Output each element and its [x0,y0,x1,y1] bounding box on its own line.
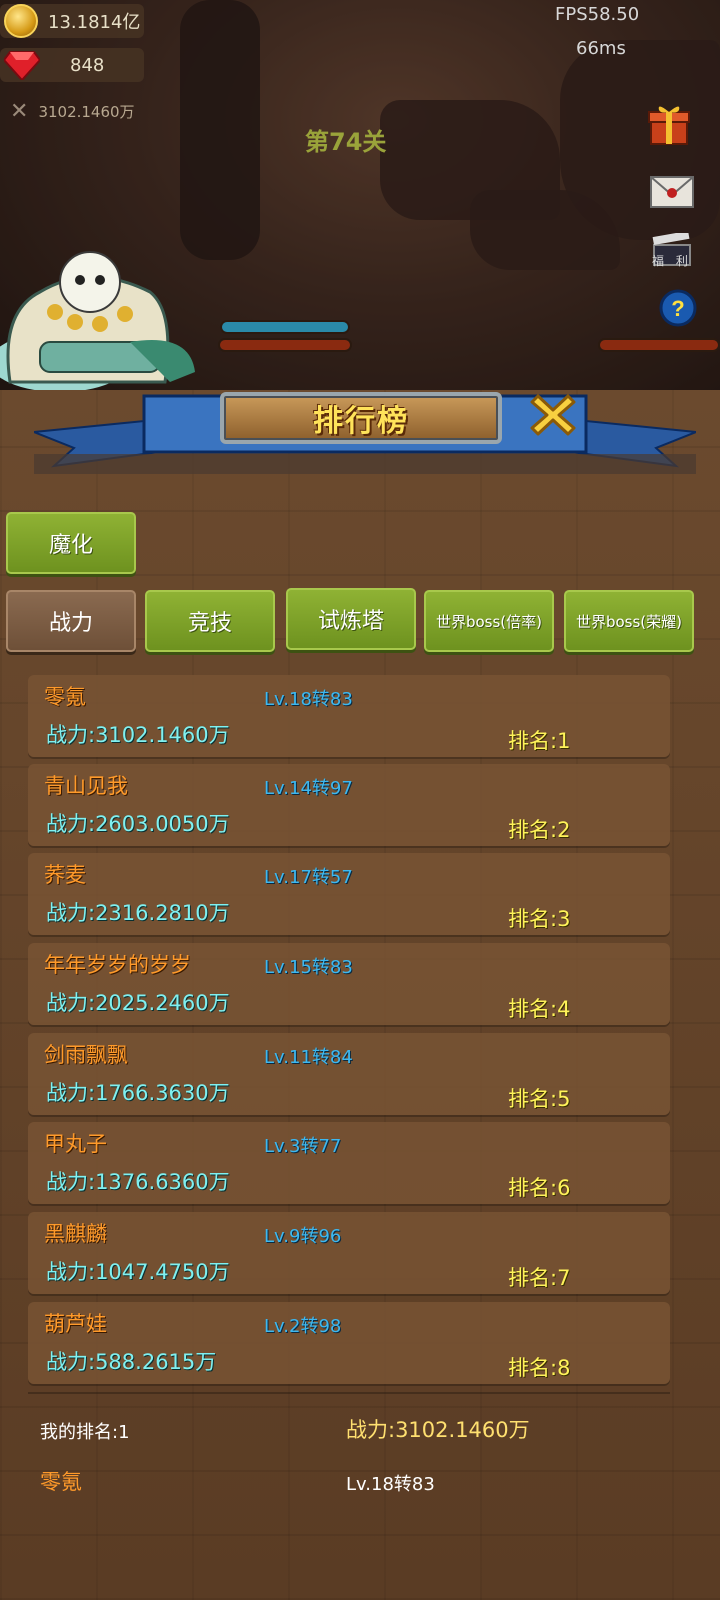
tab-trial-tower-label: 试炼塔 [317,609,384,634]
divider [28,1392,670,1394]
ranking-row[interactable]: 青山见我 Lv.14转97 战力:2603.0050万 排名:2 [28,764,670,846]
player-rank: 排名:4 [508,997,571,1021]
fps-readout: FPS58.50 [555,4,640,25]
ranking-row[interactable]: 甲丸子 Lv.3转77 战力:1376.6360万 排名:6 [28,1122,670,1204]
tab-world-boss-multiplier-label: 世界boss(倍率) [435,612,543,631]
help-icon[interactable]: ? [654,284,702,332]
combat-power-counter: ✕ 3102.1460万 [10,96,135,126]
gold-value: 13.1814亿 [48,12,141,33]
stage-label: 第74关 [305,128,387,156]
player-level: Lv.11转84 [264,1047,353,1068]
gem-value: 848 [70,54,105,76]
ranking-row[interactable]: 黑麒麟 Lv.9转96 战力:1047.4750万 排名:7 [28,1212,670,1294]
player-level: Lv.3转77 [264,1136,342,1157]
player-name: 零氪 [44,685,86,709]
my-power: 战力:3102.1460万 [346,1418,530,1442]
ranking-row[interactable]: 年年岁岁的岁岁 Lv.15转83 战力:2025.2460万 排名:4 [28,943,670,1025]
tab-demonize[interactable]: 魔化 [6,512,136,574]
latency-readout: 66ms [576,38,626,59]
player-name: 年年岁岁的岁岁 [44,953,191,977]
gem-icon [4,51,40,80]
close-button[interactable] [528,390,578,440]
tab-arena[interactable]: 竞技 [145,590,275,652]
player-rank: 排名:6 [508,1176,571,1200]
player-rank: 排名:7 [508,1266,571,1290]
player-name: 青山见我 [44,774,128,798]
player-power: 战力:1047.4750万 [46,1260,230,1284]
tab-trial-tower[interactable]: 试炼塔 [286,588,416,650]
player-level: Lv.15转83 [264,957,353,978]
tab-arena-label: 竞技 [187,611,232,636]
mail-icon[interactable] [648,168,696,216]
combat-power-value: 3102.1460万 [38,102,135,121]
ranking-row[interactable]: 零氪 Lv.18转83 战力:3102.1460万 排名:1 [28,675,670,757]
panel-title: 排行榜 [313,404,409,439]
coin-icon [4,4,38,38]
tab-demonize-label: 魔化 [48,533,93,558]
tab-world-boss-multiplier[interactable]: 世界boss(倍率) [424,590,554,652]
tab-combat-power-label: 战力 [48,611,93,636]
player-rank: 排名:2 [508,818,571,842]
tab-world-boss-honor[interactable]: 世界boss(荣耀) [564,590,694,652]
hero-character [0,251,195,392]
player-power: 战力:2316.2810万 [46,901,230,925]
hero-mana-bar [220,320,350,334]
player-rank: 排名:1 [508,729,571,753]
player-power: 战力:2603.0050万 [46,812,230,836]
player-level: Lv.17转57 [264,867,353,888]
player-name: 甲丸子 [44,1132,107,1156]
svg-text:?: ? [671,296,684,321]
player-level: Lv.18转83 [264,689,353,710]
player-name: 葫芦娃 [44,1312,107,1336]
player-power: 战力:2025.2460万 [46,991,230,1015]
player-power: 战力:1376.6360万 [46,1170,230,1194]
player-name: 剑雨飘飘 [44,1043,128,1067]
tab-combat-power[interactable]: 战力 [6,590,136,652]
player-power: 战力:3102.1460万 [46,723,230,747]
title-plate: 排行榜 [220,392,502,444]
player-name: 荞麦 [44,863,86,887]
player-level: Lv.9转96 [264,1226,342,1247]
player-power: 战力:588.2615万 [46,1350,217,1374]
welfare-label: 福 利 [652,254,692,268]
my-name: 零氪 [40,1470,82,1494]
player-rank: 排名:5 [508,1087,571,1111]
game-scene: 13.1814亿 848 ✕ 3102.1460万 FPS58.50 66ms … [0,0,720,400]
ranking-row[interactable]: 剑雨飘飘 Lv.11转84 战力:1766.3630万 排名:5 [28,1033,670,1115]
ranking-row[interactable]: 葫芦娃 Lv.2转98 战力:588.2615万 排名:8 [28,1302,670,1384]
ranking-row[interactable]: 荞麦 Lv.17转57 战力:2316.2810万 排名:3 [28,853,670,935]
tab-world-boss-honor-label: 世界boss(荣耀) [575,612,683,631]
player-rank: 排名:8 [508,1356,571,1380]
player-level: Lv.14转97 [264,778,353,799]
player-rank: 排名:3 [508,907,571,931]
gift-icon[interactable] [645,100,693,148]
player-level: Lv.2转98 [264,1316,342,1337]
hero-hp-bar [218,338,352,352]
player-power: 战力:1766.3630万 [46,1081,230,1105]
close-icon [530,394,576,436]
sword-icon: ✕ [10,98,29,124]
my-rank-label: 我的排名:1 [40,1422,130,1443]
enemy-hp-bar [598,338,720,352]
player-name: 黑麒麟 [44,1222,107,1246]
my-level: Lv.18转83 [346,1474,435,1495]
